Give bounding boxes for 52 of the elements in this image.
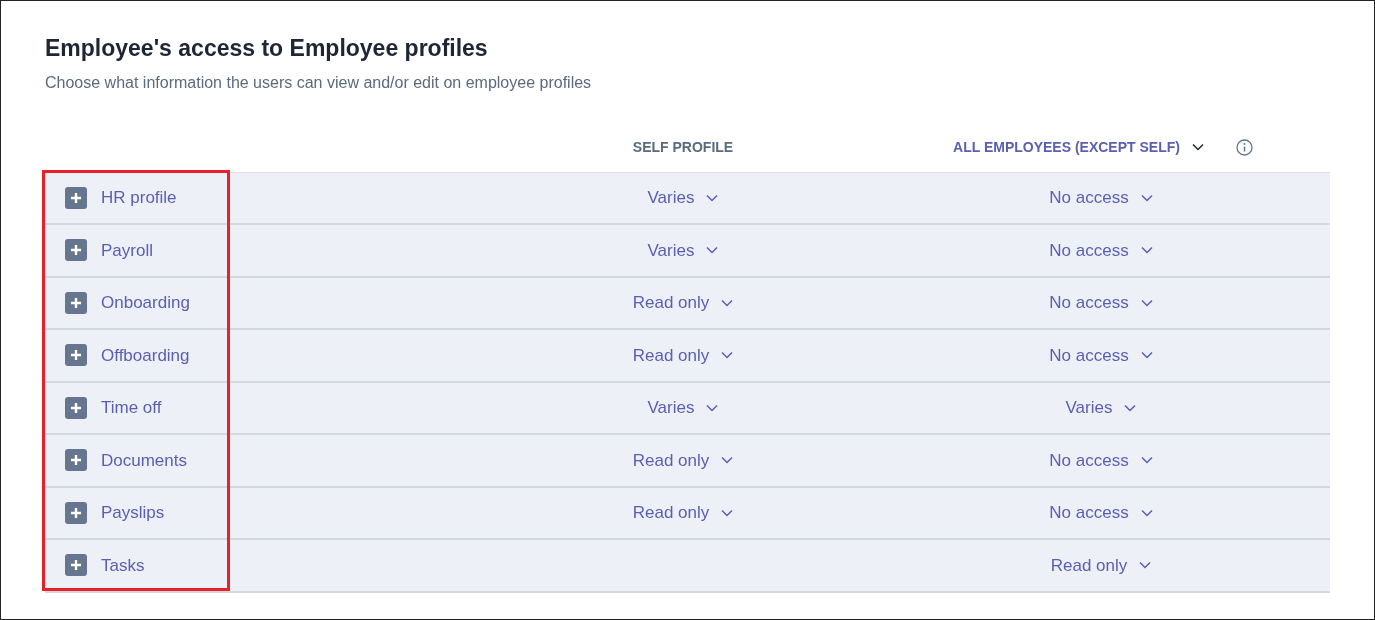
access-dropdown[interactable]: Varies <box>643 235 723 266</box>
access-dropdown[interactable]: No access <box>1045 235 1157 266</box>
expand-icon[interactable] <box>65 554 87 577</box>
expand-icon[interactable] <box>65 344 87 367</box>
chevron-down-icon <box>1140 246 1153 255</box>
chevron-down-icon <box>706 193 719 202</box>
column-header: SELF PROFILE <box>632 137 734 157</box>
access-dropdown[interactable]: No access <box>1045 498 1157 528</box>
chevron-down-icon <box>1140 351 1153 360</box>
chevron-down-icon <box>706 246 719 255</box>
access-dropdown[interactable]: No access <box>1045 340 1157 371</box>
expand-icon[interactable] <box>65 291 87 314</box>
expand-icon[interactable] <box>65 239 87 262</box>
access-dropdown[interactable]: Varies <box>643 393 723 423</box>
chevron-down-icon <box>721 298 734 307</box>
access-dropdown[interactable]: Read only <box>628 445 738 476</box>
category-name: Offboarding <box>101 344 190 367</box>
expand-icon[interactable] <box>65 449 87 472</box>
info-icon[interactable] <box>1235 138 1253 156</box>
access-dropdown[interactable]: Read only <box>628 340 738 371</box>
access-dropdown[interactable]: No access <box>1045 288 1157 318</box>
category-name: Time off <box>101 397 162 420</box>
access-dropdown[interactable]: Read only <box>1046 550 1156 581</box>
expand-icon[interactable] <box>65 501 87 524</box>
chevron-down-icon <box>1140 298 1153 307</box>
category-name: Tasks <box>101 554 145 577</box>
access-dropdown[interactable]: Read only <box>628 288 738 318</box>
chevron-down-icon <box>1139 561 1152 570</box>
category-name: Payroll <box>101 239 153 262</box>
page-subtitle: Choose what information the users can view and/or edit on employee profiles <box>45 72 593 93</box>
expand-icon[interactable] <box>65 186 87 209</box>
chevron-down-icon <box>1124 403 1137 412</box>
access-dropdown[interactable]: Read only <box>628 498 738 528</box>
access-dropdown[interactable]: Varies <box>643 183 723 213</box>
column-dropdown[interactable]: ALL EMPLOYEES (EXCEPT SELF) <box>949 134 1208 160</box>
expand-icon[interactable] <box>65 396 87 419</box>
chevron-down-icon <box>1140 456 1153 465</box>
chevron-down-icon <box>1191 143 1204 152</box>
access-dropdown[interactable]: No access <box>1045 445 1157 476</box>
page-title: Employee's access to Employee profiles <box>45 35 489 63</box>
category-name: HR profile <box>101 187 177 210</box>
chevron-down-icon <box>721 351 734 360</box>
chevron-down-icon <box>1140 508 1153 517</box>
chevron-down-icon <box>721 456 734 465</box>
chevron-down-icon <box>1140 193 1153 202</box>
chevron-down-icon <box>721 508 734 517</box>
category-name: Documents <box>101 449 187 472</box>
category-name: Onboarding <box>101 292 190 315</box>
category-name: Payslips <box>101 502 165 525</box>
access-dropdown[interactable]: Varies <box>1061 393 1141 423</box>
chevron-down-icon <box>706 403 719 412</box>
access-dropdown[interactable]: No access <box>1045 183 1157 213</box>
